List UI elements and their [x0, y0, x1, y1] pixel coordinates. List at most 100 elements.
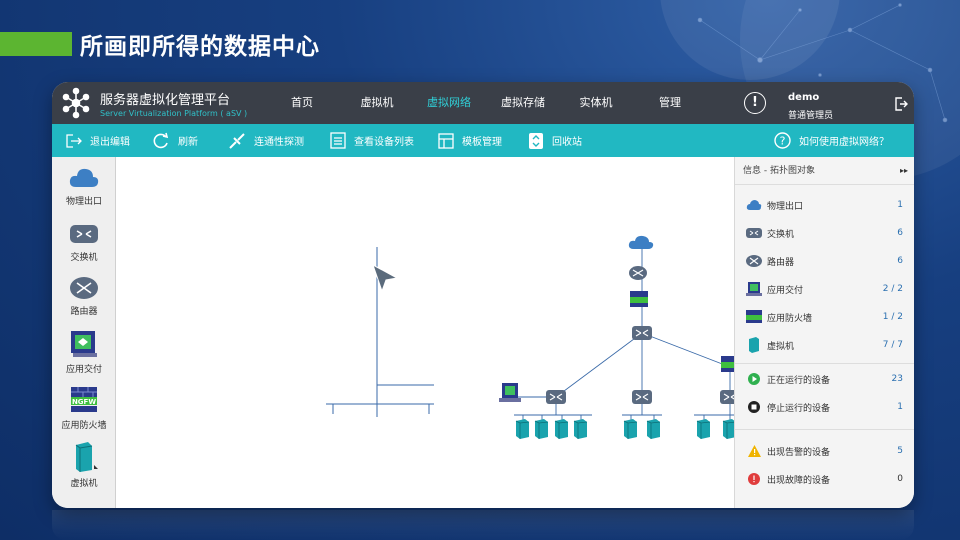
topology-canvas[interactable]	[116, 157, 766, 508]
collapse-panel-icon[interactable]: ▸▸	[900, 157, 908, 185]
stopped-icon	[748, 401, 760, 413]
refresh-label: 刷新	[178, 137, 198, 148]
device-list-label: 查看设备列表	[354, 137, 414, 148]
vm-node[interactable]	[646, 418, 661, 440]
user-name[interactable]: demo	[788, 92, 819, 103]
brand-subtitle: Server Virtualization Platform ( aSV )	[100, 108, 248, 118]
palette-cloud-label: 物理出口	[65, 197, 102, 207]
palette-switch[interactable]: 交换机	[52, 221, 116, 263]
app-window: 服务器虚拟化管理平台 Server Virtualization Platfor…	[52, 82, 914, 508]
slide-title: 所画即所得的数据中心	[0, 28, 320, 60]
router-icon	[746, 255, 762, 267]
palette-ngfw[interactable]: NGFW 应用防火墙	[52, 385, 116, 431]
switch-node-2[interactable]	[631, 389, 653, 405]
alert-label: 出现告警的设备	[767, 447, 831, 458]
nav-virtual-network[interactable]: 虚拟网络	[420, 82, 478, 124]
exit-edit-label: 退出编辑	[90, 137, 130, 148]
top-navigation: 服务器虚拟化管理平台 Server Virtualization Platfor…	[52, 82, 914, 124]
switch-node-1[interactable]	[545, 389, 567, 405]
cloud-icon	[69, 168, 99, 187]
vm-node[interactable]	[696, 418, 711, 440]
alert-row-warning[interactable]: 出现告警的设备 5	[735, 441, 914, 461]
palette-vm-label: 虚拟机	[70, 479, 98, 489]
info-panel: 信息 - 拓扑图对象 ▸▸ 物理出口 1 交换机 6 路由器 6 应用交付 2 …	[734, 157, 914, 508]
object-label: 应用交付	[767, 285, 804, 296]
palette-router[interactable]: 路由器	[52, 275, 116, 317]
alert-row-error[interactable]: 出现故障的设备 0	[735, 469, 914, 489]
divider	[735, 429, 914, 430]
help-label: 如何使用虚拟网络？	[799, 137, 889, 148]
window-reflection	[52, 510, 914, 540]
vm-node[interactable]	[573, 418, 588, 440]
error-icon	[748, 473, 760, 485]
alert-icon[interactable]: !	[744, 92, 766, 114]
logout-icon[interactable]	[894, 97, 908, 111]
vm-node[interactable]	[534, 418, 549, 440]
vm-node[interactable]	[554, 418, 569, 440]
switch-icon	[746, 228, 762, 238]
object-row-app-delivery[interactable]: 应用交付 2 / 2	[735, 279, 914, 299]
vm-node[interactable]	[515, 418, 530, 440]
svg-text:?: ?	[780, 135, 786, 148]
divider	[735, 363, 914, 364]
palette-app-delivery[interactable]: 应用交付	[52, 329, 116, 375]
status-label: 正在运行的设备	[767, 375, 831, 386]
nav-management[interactable]: 管理	[650, 82, 690, 124]
object-count: 6	[897, 228, 903, 238]
router-icon	[70, 277, 98, 299]
nav-virtual-storage[interactable]: 虚拟存储	[494, 82, 552, 124]
app-delivery-icon	[746, 281, 762, 296]
alert-count: 0	[897, 474, 903, 484]
object-label: 路由器	[767, 257, 795, 268]
connectivity-probe-button[interactable]: 连通性探测	[228, 124, 304, 157]
object-count: 7 / 7	[882, 340, 903, 350]
palette-vm[interactable]: 虚拟机	[52, 441, 116, 489]
nav-home[interactable]: 首页	[282, 82, 322, 124]
nav-vm[interactable]: 虚拟机	[352, 82, 402, 124]
connectivity-label: 连通性探测	[254, 137, 304, 148]
brand-name: 服务器虚拟化管理平台	[100, 92, 231, 108]
recycle-icon	[529, 132, 543, 149]
status-row-running[interactable]: 正在运行的设备 23	[735, 369, 914, 389]
nav-physical-host[interactable]: 实体机	[572, 82, 620, 124]
vm-icon	[75, 442, 98, 472]
slide-title-text: 所画即所得的数据中心	[80, 34, 320, 60]
exit-edit-button[interactable]: 退出编辑	[66, 124, 130, 157]
info-panel-header: 信息 - 拓扑图对象 ▸▸	[735, 157, 914, 185]
help-button[interactable]: ? 如何使用虚拟网络？	[774, 124, 889, 157]
core-switch-node[interactable]	[631, 325, 653, 341]
svg-text:NGFW: NGFW	[72, 398, 96, 406]
alert-count: 5	[897, 446, 903, 456]
ngfw-node-2[interactable]	[721, 356, 739, 372]
topology-diagram[interactable]	[116, 157, 766, 508]
object-count: 6	[897, 256, 903, 266]
object-row-vm[interactable]: 虚拟机 7 / 7	[735, 335, 914, 355]
object-row-ngfw[interactable]: 应用防火墙 1 / 2	[735, 307, 914, 327]
object-row-cloud[interactable]: 物理出口 1	[735, 195, 914, 215]
cloud-node[interactable]	[628, 235, 654, 249]
ngfw-node-1[interactable]	[630, 291, 648, 307]
object-row-router[interactable]: 路由器 6	[735, 251, 914, 271]
palette-app-delivery-label: 应用交付	[65, 365, 102, 375]
refresh-button[interactable]: 刷新	[152, 124, 198, 157]
vm-node[interactable]	[722, 418, 737, 440]
status-row-stopped[interactable]: 停止运行的设备 1	[735, 397, 914, 417]
palette-cloud[interactable]: 物理出口	[52, 165, 116, 207]
app-delivery-node[interactable]	[499, 383, 521, 402]
router-node[interactable]	[629, 266, 647, 280]
recycle-label: 回收站	[552, 137, 582, 148]
recycle-bin-button[interactable]: 回收站	[528, 124, 582, 157]
template-label: 模板管理	[462, 137, 502, 148]
device-list-button[interactable]: 查看设备列表	[330, 124, 414, 157]
object-row-switch[interactable]: 交换机 6	[735, 223, 914, 243]
template-management-button[interactable]: 模板管理	[438, 124, 502, 157]
alert-label: 出现故障的设备	[767, 475, 831, 486]
warning-icon	[747, 445, 761, 457]
switch-node-3[interactable]	[719, 389, 741, 405]
list-icon	[330, 132, 346, 149]
palette-router-label: 路由器	[70, 307, 98, 317]
info-panel-title: 信息 - 拓扑图对象	[743, 166, 815, 176]
vm-node[interactable]	[623, 418, 638, 440]
vm-icon	[749, 337, 759, 353]
template-icon	[438, 132, 454, 149]
